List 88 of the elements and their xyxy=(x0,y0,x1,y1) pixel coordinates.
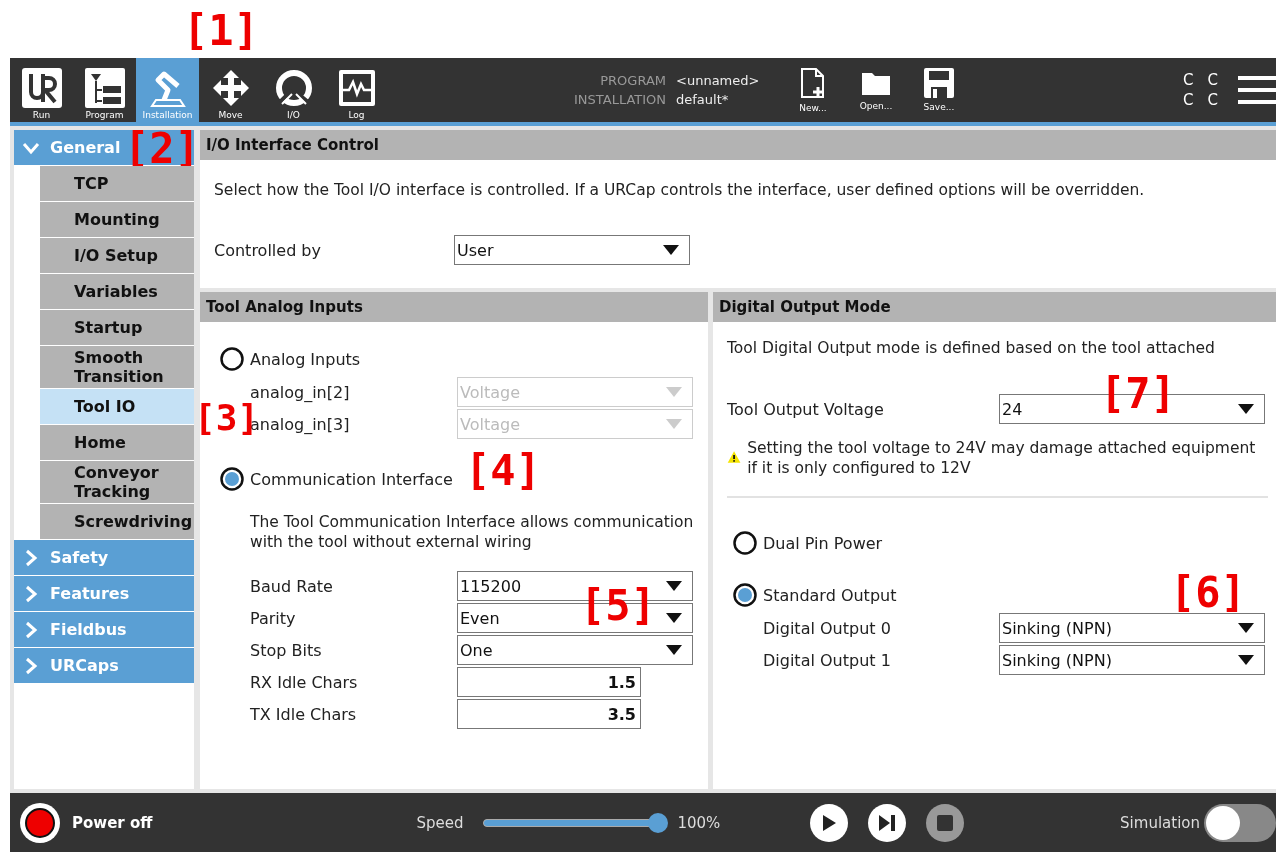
warning-text: Setting the tool voltage to 24V may damage attached equipment if it is only configured to 12V xyxy=(747,438,1257,478)
status-letter: C xyxy=(1207,91,1218,109)
status-letter: C xyxy=(1183,71,1194,89)
info-label: INSTALLATION xyxy=(574,92,667,107)
caret-icon xyxy=(1238,404,1254,414)
step-forward-icon xyxy=(878,813,897,832)
info-value: default* xyxy=(676,92,730,107)
sidebar-item[interactable]: I/O Setup xyxy=(40,238,194,273)
program-tree-icon xyxy=(84,68,125,108)
field-label: Digital Output 0 xyxy=(763,618,892,638)
field-label: RX Idle Chars xyxy=(250,672,359,692)
play-icon xyxy=(821,813,838,832)
radio-label[interactable]: Analog Inputs xyxy=(250,349,361,369)
description-text: The Tool Communication Interface allows communication with the tool without external wiring xyxy=(250,512,695,552)
field-label: analog_in[2] xyxy=(250,382,351,402)
caret-icon xyxy=(663,245,679,255)
file-button[interactable]: Save... xyxy=(907,58,971,122)
field-label: Digital Output 1 xyxy=(763,650,892,670)
field-label: Tool Output Voltage xyxy=(727,399,885,419)
field-label: Stop Bits xyxy=(250,640,323,660)
nav-tab[interactable]: Move xyxy=(199,58,262,122)
nav-tab[interactable]: Run xyxy=(10,58,73,122)
dropdown[interactable]: One xyxy=(457,635,693,665)
power-button-icon[interactable] xyxy=(20,802,60,843)
file-button[interactable]: New... xyxy=(781,58,845,122)
speed-reading: 100% xyxy=(677,813,721,832)
radio-label[interactable]: Standard Output xyxy=(763,585,897,605)
field-label: Controlled by xyxy=(214,240,322,260)
dropdown[interactable]: Sinking (NPN) xyxy=(999,613,1265,643)
number-field[interactable]: 3.5 xyxy=(457,699,641,729)
caret-icon xyxy=(666,645,682,655)
io-ring-icon xyxy=(273,68,314,108)
playback-button[interactable] xyxy=(868,803,907,842)
simulation-label: Simulation xyxy=(1120,813,1200,832)
radio-button[interactable] xyxy=(733,531,757,555)
nav-tab[interactable]: I/O xyxy=(262,58,325,122)
simulation-toggle[interactable] xyxy=(1204,803,1276,842)
radio-label[interactable]: Dual Pin Power xyxy=(763,533,883,553)
sidebar-item[interactable]: Smooth Transition xyxy=(40,346,194,388)
status-letter: C xyxy=(1183,91,1194,109)
nav-tab[interactable]: Program xyxy=(73,58,136,122)
sidebar-item[interactable]: Mounting xyxy=(40,202,194,237)
field-label: TX Idle Chars xyxy=(250,704,358,724)
radio-button[interactable] xyxy=(220,467,244,491)
playback-button[interactable] xyxy=(810,803,849,842)
sidebar-item[interactable]: Screwdriving xyxy=(40,504,194,539)
radio-label[interactable]: Communication Interface xyxy=(250,469,453,489)
section-header: I/O Interface Control xyxy=(200,130,1276,160)
menu-icon[interactable] xyxy=(1238,75,1276,105)
log-chart-icon xyxy=(336,68,377,108)
section-header: Tool Analog Inputs xyxy=(200,292,708,322)
description-text: Select how the Tool I/O interface is controlled. If a URCap controls the interface, user defined options will be overridden. xyxy=(214,180,1146,200)
caret-icon xyxy=(666,613,682,623)
power-status: Power off xyxy=(72,813,153,832)
dropdown[interactable]: Sinking (NPN) xyxy=(999,645,1265,675)
description-text: Tool Digital Output mode is defined based on the tool attached xyxy=(727,338,1216,358)
number-field[interactable]: 1.5 xyxy=(457,667,641,697)
callout-label: [4] xyxy=(465,452,541,490)
status-letter: C xyxy=(1207,71,1218,89)
radio-button[interactable] xyxy=(220,347,244,371)
caret-icon xyxy=(666,387,682,397)
stop-icon xyxy=(937,814,954,831)
caret-icon xyxy=(1238,623,1254,633)
file-button[interactable]: Open... xyxy=(844,58,908,122)
new-file-icon xyxy=(799,67,826,99)
field-label: Baud Rate xyxy=(250,576,334,596)
caret-icon xyxy=(666,581,682,591)
caret-icon xyxy=(666,419,682,429)
sidebar-item[interactable]: Startup xyxy=(40,310,194,345)
slider-thumb[interactable] xyxy=(648,812,669,833)
logo-icon xyxy=(21,68,62,108)
callout-label: [6] xyxy=(1170,574,1246,612)
sidebar-item[interactable]: Conveyor Tracking xyxy=(40,461,194,503)
field-label: Parity xyxy=(250,608,297,628)
callout-label: [1] xyxy=(183,12,259,50)
robot-arm-icon xyxy=(147,68,188,108)
sidebar-item[interactable]: Home xyxy=(40,425,194,460)
nav-tab[interactable]: Log xyxy=(325,58,388,122)
info-label: PROGRAM xyxy=(599,73,667,88)
sidebar-item[interactable]: Variables xyxy=(40,274,194,309)
section-header: Digital Output Mode xyxy=(713,292,1276,322)
radio-button[interactable] xyxy=(733,583,757,607)
speed-label: Speed xyxy=(416,813,464,832)
info-value: <unnamed> xyxy=(676,73,760,88)
caret-icon xyxy=(1238,655,1254,665)
dropdown[interactable]: User xyxy=(454,235,690,265)
sidebar-item[interactable]: TCP xyxy=(40,166,194,201)
sidebar-item[interactable]: Tool IO xyxy=(40,389,194,424)
